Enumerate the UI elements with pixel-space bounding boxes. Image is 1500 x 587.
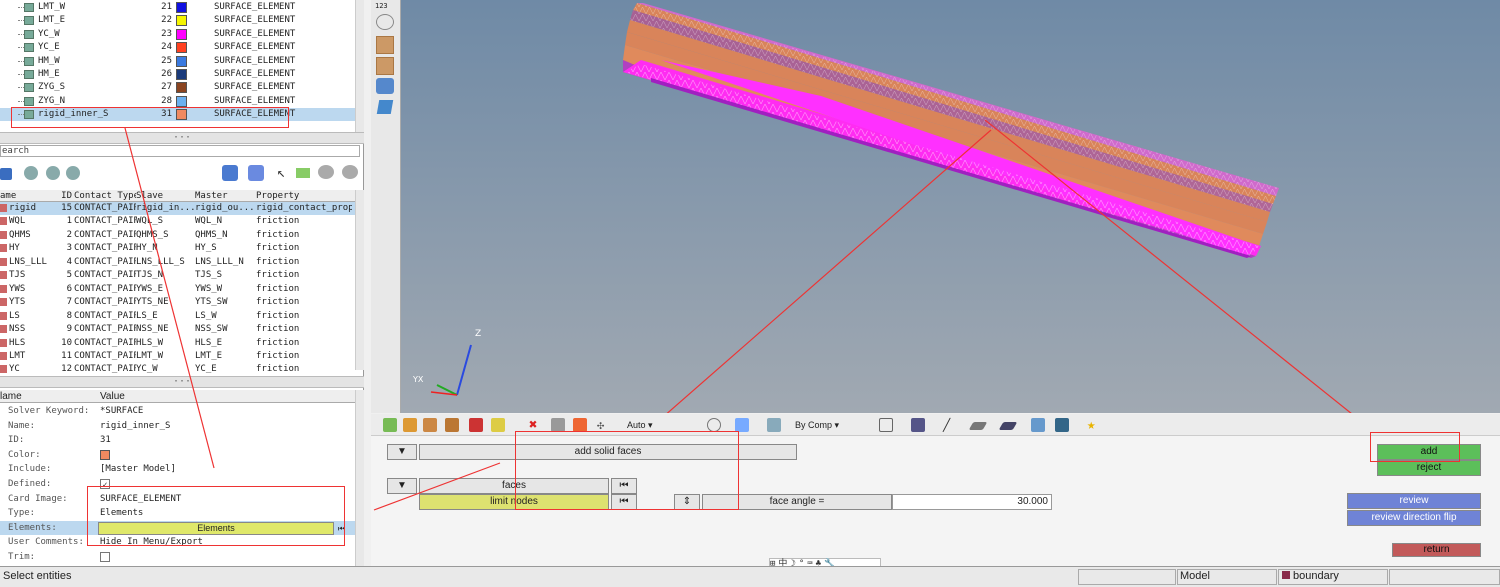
status-message: Select entities bbox=[3, 570, 72, 582]
panel-arrows bbox=[124, 127, 501, 511]
return-button[interactable]: return bbox=[1392, 543, 1481, 557]
delete-icon[interactable]: ✖ bbox=[529, 418, 543, 432]
cube-view-icon[interactable] bbox=[767, 418, 781, 432]
status-field-empty bbox=[1389, 569, 1500, 585]
find-icon[interactable] bbox=[573, 418, 587, 432]
faces-panel: ▼ add solid faces ▼ faces ⏮ limit nodes … bbox=[371, 431, 1500, 571]
component-color-swatch bbox=[1282, 571, 1290, 579]
mask-icon[interactable] bbox=[551, 418, 565, 432]
mesh-model bbox=[623, 3, 1279, 258]
by-comp-label: By Comp bbox=[795, 420, 833, 430]
wireframe-icon[interactable] bbox=[879, 418, 893, 432]
status-field bbox=[1078, 569, 1176, 585]
face-angle-input[interactable]: 30.000 bbox=[892, 494, 1052, 510]
shaded-icon[interactable] bbox=[911, 418, 925, 432]
highlight-mode bbox=[515, 431, 739, 510]
model-field: Model bbox=[1177, 569, 1277, 585]
element-display-icon[interactable] bbox=[998, 422, 1018, 430]
component-label: boundary bbox=[1293, 570, 1339, 582]
face-angle-value: 30.000 bbox=[1017, 496, 1048, 507]
grid-icon[interactable] bbox=[1031, 418, 1045, 432]
review-direction-flip-button[interactable]: review direction flip bbox=[1347, 510, 1481, 526]
plane-display-icon[interactable] bbox=[968, 422, 988, 430]
status-bar: Select entities Model boundary bbox=[0, 566, 1500, 587]
model-label: Model bbox=[1180, 570, 1210, 582]
component-field[interactable]: boundary bbox=[1278, 569, 1388, 585]
transform-icon[interactable]: ✣ bbox=[597, 418, 611, 432]
reject-button[interactable]: reject bbox=[1377, 460, 1481, 476]
mesh-view: Z YX bbox=[412, 3, 1352, 413]
lighting-icon[interactable] bbox=[735, 418, 749, 432]
monitor-icon[interactable] bbox=[1055, 418, 1069, 432]
star-icon[interactable]: ★ bbox=[1087, 418, 1101, 432]
review-button[interactable]: review bbox=[1347, 493, 1481, 509]
highlight-add bbox=[1370, 432, 1460, 462]
auto-label: Auto bbox=[627, 420, 646, 430]
graphics-viewport[interactable]: Z YX bbox=[401, 0, 1500, 413]
color-mode-dropdown[interactable]: By Comp ▾ bbox=[795, 417, 877, 433]
shade-icon[interactable] bbox=[707, 418, 721, 432]
line-icon[interactable]: ╱ bbox=[943, 418, 957, 432]
